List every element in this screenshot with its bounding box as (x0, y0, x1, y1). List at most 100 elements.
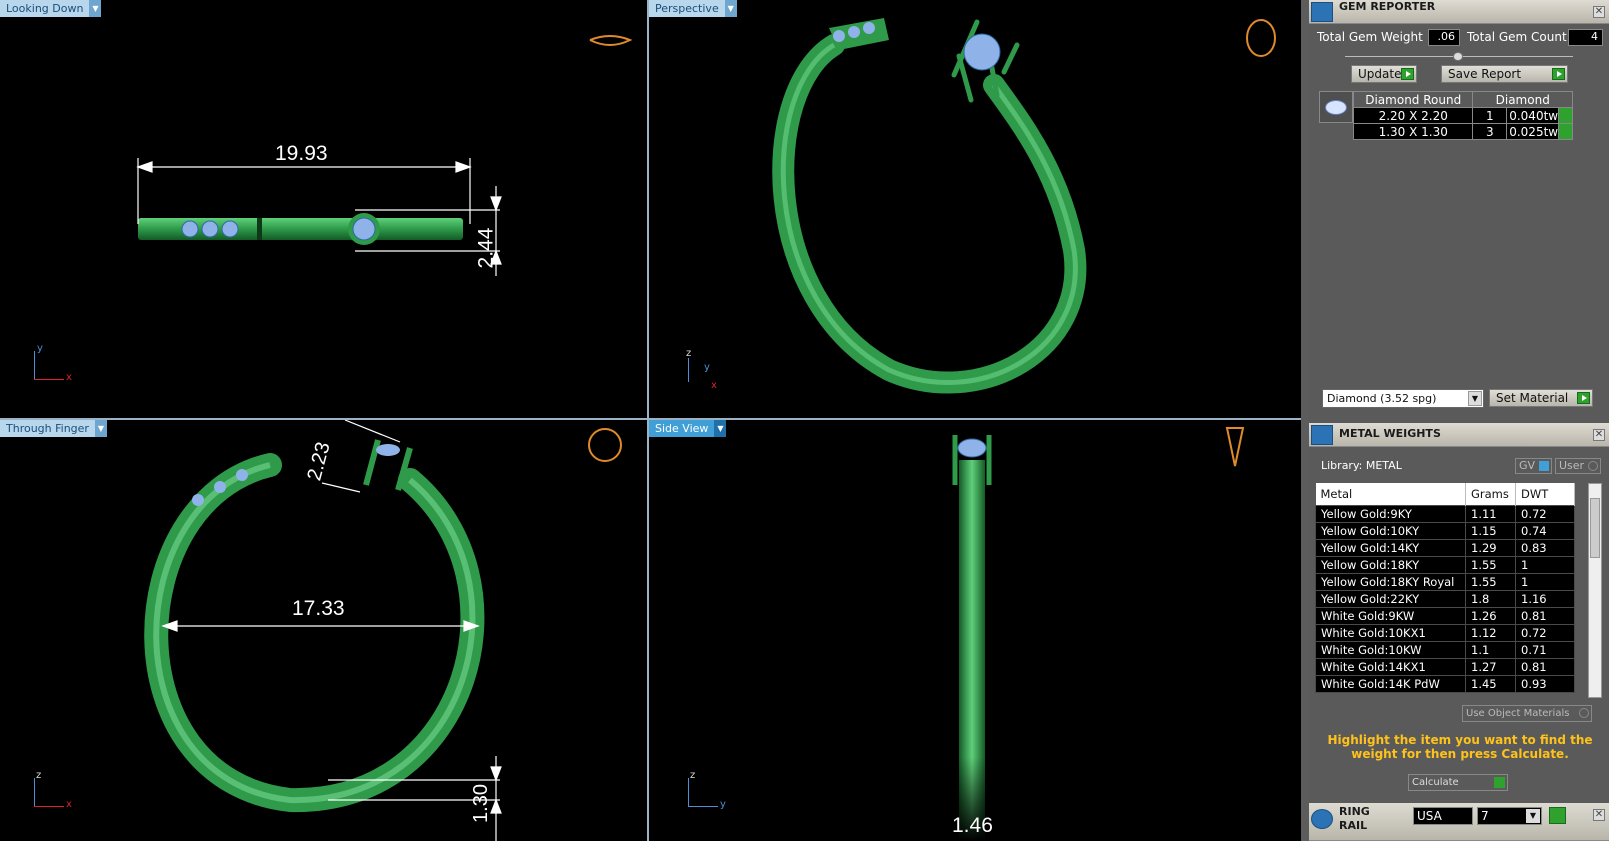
axis-label-h: x (66, 372, 72, 383)
metal-dwt: 0.74 (1515, 521, 1575, 540)
close-icon[interactable]: ✕ (1593, 809, 1605, 821)
chevron-down-icon[interactable]: ▼ (1468, 391, 1482, 406)
ring-thumbnail-icon (1225, 427, 1245, 467)
close-icon[interactable]: ✕ (1593, 429, 1605, 441)
metal-grams: 1.8 (1465, 589, 1516, 608)
total-gem-weight-label: Total Gem Weight (1317, 30, 1423, 44)
axis-gizmo: z y x (684, 348, 734, 393)
set-material-button[interactable]: Set Material (1489, 389, 1593, 407)
update-button[interactable]: Update (1351, 65, 1417, 83)
ring-rail-apply-button[interactable] (1549, 807, 1566, 824)
table-row[interactable]: White Gold:9KW 1.26 0.81 (1315, 606, 1575, 625)
metal-dwt: 0.72 (1515, 623, 1575, 642)
metal-grams: 1.55 (1465, 572, 1516, 591)
column-grams: Grams (1465, 483, 1516, 505)
metal-dwt: 1 (1515, 572, 1575, 591)
metal-name: White Gold:9KW (1315, 606, 1466, 625)
viewport-divider-horizontal[interactable] (0, 418, 1305, 420)
metal-name: Yellow Gold:18KY Royal (1315, 572, 1466, 591)
user-toggle[interactable]: User (1555, 458, 1601, 474)
gem-count: 3 (1472, 123, 1508, 140)
play-icon (1552, 68, 1565, 80)
metal-table-header: Metal Grams DWT (1315, 483, 1575, 505)
viewport-perspective[interactable]: Perspective ▼ z y x (649, 0, 1301, 418)
viewport-divider-vertical[interactable] (647, 0, 649, 841)
column-dwt: DWT (1515, 483, 1575, 505)
ring-rail-title: RING RAIL (1339, 805, 1370, 832)
table-row[interactable]: White Gold:10KW 1.1 0.71 (1315, 640, 1575, 659)
ring-size-value: 7 (1481, 809, 1489, 823)
table-row[interactable]: White Gold:14K PdW 1.45 0.93 (1315, 674, 1575, 693)
metal-grams: 1.29 (1465, 538, 1516, 557)
ring-perspective-view (772, 18, 1276, 394)
gem-reporter-icon (1311, 2, 1333, 22)
table-row[interactable]: Yellow Gold:18KY Royal 1.55 1 (1315, 572, 1575, 591)
axis-label-v: z (690, 770, 696, 781)
axis-gizmo: z x (30, 770, 80, 810)
axis-label-v: z (36, 770, 42, 781)
viewport-looking-down[interactable]: Looking Down ▼ 19.93 2.44 y x (0, 0, 647, 418)
axis-label-h: y (720, 799, 726, 810)
metal-table-scrollbar[interactable] (1588, 483, 1602, 698)
axis-label-v: y (37, 343, 43, 354)
close-icon[interactable]: ✕ (1593, 6, 1605, 18)
metal-name: Yellow Gold:9KY (1315, 504, 1466, 523)
gem-reporter-title: GEM REPORTER (1339, 0, 1436, 13)
metal-grams: 1.55 (1465, 555, 1516, 574)
table-row[interactable]: Yellow Gold:10KY 1.15 0.74 (1315, 521, 1575, 540)
viewport-side-view[interactable]: Side View ▼ 1.46 z y (649, 420, 1301, 841)
use-object-materials-label: Use Object Materials (1466, 708, 1570, 719)
table-row[interactable]: Yellow Gold:9KY 1.11 0.72 (1315, 504, 1575, 523)
viewport-through-finger[interactable]: Through Finger ▼ 17.33 2.23 1.30 z x (0, 420, 647, 841)
set-material-label: Set Material (1496, 391, 1569, 405)
table-row[interactable]: 2.20 X 2.20 1 0.040tw (1352, 107, 1573, 124)
gem-table: Diamond Round Diamond 2.20 X 2.20 1 0.04… (1352, 91, 1573, 140)
gv-toggle[interactable]: GV (1515, 458, 1552, 474)
metal-grams: 1.27 (1465, 657, 1516, 676)
ring-size-region[interactable]: USA (1413, 807, 1473, 825)
metal-name: White Gold:10KX1 (1315, 623, 1466, 642)
play-icon (1577, 392, 1590, 404)
play-icon[interactable] (1558, 123, 1573, 140)
ring-thumbnail-icon (589, 35, 633, 46)
axis-label-v: z (686, 348, 692, 359)
metal-grams: 1.26 (1465, 606, 1516, 625)
ring-top-view (136, 35, 633, 276)
metal-dwt: 0.83 (1515, 538, 1575, 557)
slider-thumb[interactable] (1453, 52, 1463, 61)
use-object-materials-toggle[interactable]: Use Object Materials (1462, 705, 1592, 722)
table-row[interactable]: 1.30 X 1.30 3 0.025tw (1352, 123, 1573, 140)
chevron-down-icon[interactable]: ▼ (1526, 809, 1540, 823)
calculate-button[interactable]: Calculate (1408, 774, 1508, 791)
metal-name: White Gold:10KW (1315, 640, 1466, 659)
calculate-instructions: Highlight the item you want to find the … (1327, 733, 1593, 761)
metal-dwt: 1.16 (1515, 589, 1575, 608)
gem-count: 1 (1472, 107, 1508, 124)
metal-weights-header: METAL WEIGHTS ✕ (1309, 423, 1609, 447)
table-row[interactable]: Yellow Gold:14KY 1.29 0.83 (1315, 538, 1575, 557)
axis-label-h: y (704, 362, 710, 373)
gem-size: 1.30 X 1.30 (1352, 123, 1474, 140)
gv-label: GV (1519, 459, 1536, 472)
dimension-inner-diameter: 17.33 (292, 597, 345, 620)
table-row[interactable]: White Gold:14KX1 1.27 0.81 (1315, 657, 1575, 676)
gem-weight: 0.040tw (1506, 107, 1560, 124)
metal-name: White Gold:14K PdW (1315, 674, 1466, 693)
table-row[interactable]: White Gold:10KX1 1.12 0.72 (1315, 623, 1575, 642)
total-gem-weight-value: .06 (1428, 29, 1460, 46)
save-report-button[interactable]: Save Report (1441, 65, 1568, 83)
ring-size-select[interactable]: 7 ▼ (1477, 807, 1542, 825)
metal-grams: 1.15 (1465, 521, 1516, 540)
material-select[interactable]: Diamond (3.52 spg) ▼ (1322, 389, 1484, 408)
table-row[interactable]: Yellow Gold:22KY 1.8 1.16 (1315, 589, 1575, 608)
column-metal: Metal (1315, 483, 1466, 505)
metal-dwt: 1 (1515, 555, 1575, 574)
play-icon[interactable] (1558, 107, 1573, 124)
gem-reporter-header: GEM REPORTER ✕ (1309, 0, 1609, 24)
metal-grams: 1.45 (1465, 674, 1516, 693)
panel-splitter[interactable] (1301, 0, 1309, 841)
metal-dwt: 0.93 (1515, 674, 1575, 693)
table-row[interactable]: Yellow Gold:18KY 1.55 1 (1315, 555, 1575, 574)
dimension-band-width: 1.46 (952, 814, 993, 837)
ring-side-view (952, 427, 1245, 840)
